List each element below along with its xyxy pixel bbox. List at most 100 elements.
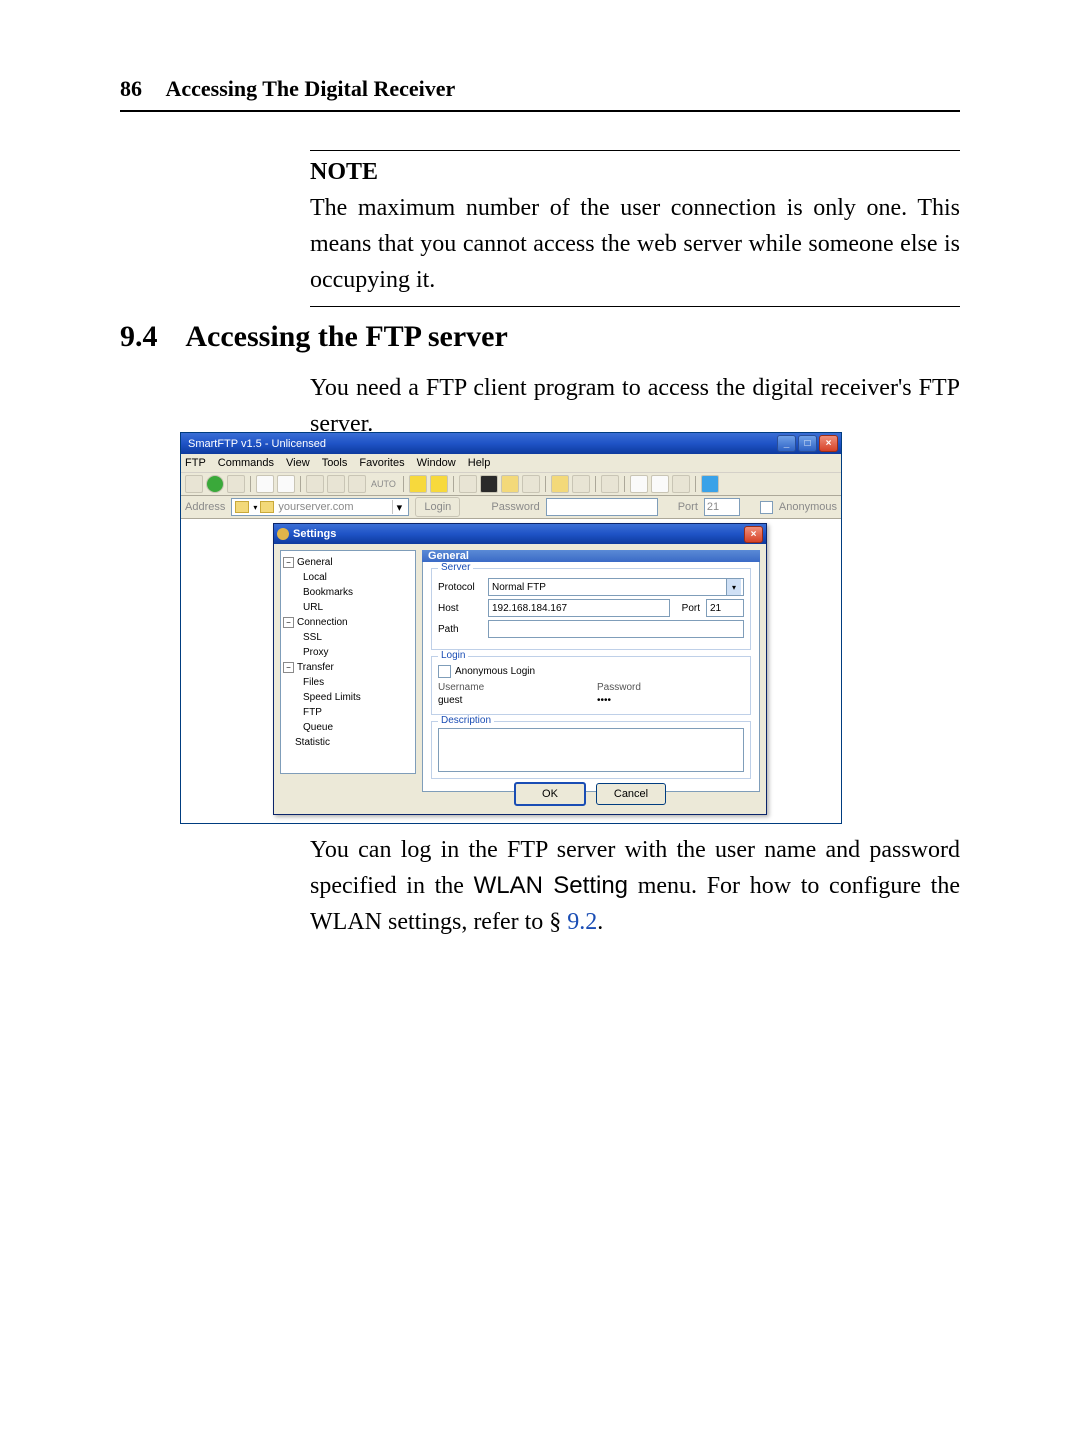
address-dd-split[interactable]: ▾: [253, 503, 257, 512]
dropdown-icon[interactable]: ▾: [392, 500, 405, 514]
toolbar-icon[interactable]: [256, 475, 274, 493]
server-groupbox: Server Protocol Normal FTP Host 192.168.…: [431, 568, 751, 650]
toolbar-icon[interactable]: [672, 475, 690, 493]
ok-button[interactable]: OK: [514, 782, 586, 806]
address-input[interactable]: ▾ yourserver.com ▾: [231, 498, 409, 516]
folder-icon[interactable]: [551, 475, 569, 493]
section-link-9-2[interactable]: 9.2: [567, 909, 597, 935]
tree-node-local[interactable]: Local: [283, 570, 413, 585]
tree-node-connection[interactable]: −Connection: [283, 615, 413, 630]
toolbar-separator: [695, 476, 696, 492]
toolbar-icon[interactable]: [206, 475, 224, 493]
settings-close-button[interactable]: ×: [744, 526, 763, 543]
menu-window[interactable]: Window: [417, 457, 456, 469]
tree-node-ssl[interactable]: SSL: [283, 630, 413, 645]
server-legend: Server: [438, 562, 473, 573]
ftp-client-window: SmartFTP v1.5 - Unlicensed _ □ × FTP Com…: [180, 432, 842, 824]
toolbar-icon[interactable]: [185, 475, 203, 493]
toolbar-icon[interactable]: [327, 475, 345, 493]
help-icon[interactable]: [701, 475, 719, 493]
toolbar-icon[interactable]: [227, 475, 245, 493]
para2-post: .: [597, 909, 603, 935]
toolbar-separator: [545, 476, 546, 492]
description-textarea[interactable]: [438, 728, 744, 772]
folder-icon[interactable]: [501, 475, 519, 493]
app-titlebar[interactable]: SmartFTP v1.5 - Unlicensed _ □ ×: [181, 433, 841, 454]
toolbar-icon[interactable]: [459, 475, 477, 493]
menu-ftp[interactable]: FTP: [185, 457, 206, 469]
toolbar-separator: [300, 476, 301, 492]
settings-titlebar[interactable]: Settings ×: [274, 524, 766, 544]
anonymous-checkbox[interactable]: [760, 501, 773, 514]
tree-node-transfer[interactable]: −Transfer: [283, 660, 413, 675]
tree-node-files[interactable]: Files: [283, 675, 413, 690]
anonymous-login-checkbox[interactable]: [438, 665, 451, 678]
settings-title: Settings: [289, 528, 744, 540]
toolbar-separator: [453, 476, 454, 492]
toolbar-icon[interactable]: [348, 475, 366, 493]
collapse-icon[interactable]: −: [283, 617, 294, 628]
tree-node-speedlimits[interactable]: Speed Limits: [283, 690, 413, 705]
maximize-button[interactable]: □: [798, 435, 817, 452]
collapse-icon[interactable]: −: [283, 557, 294, 568]
toolbar-separator: [403, 476, 404, 492]
page-number: 86: [120, 76, 142, 101]
path-label: Path: [438, 624, 482, 635]
login-password-input[interactable]: ••••: [597, 695, 744, 706]
toolbar-separator: [624, 476, 625, 492]
tree-node-url[interactable]: URL: [283, 600, 413, 615]
toolbar-icon[interactable]: [630, 475, 648, 493]
menu-view[interactable]: View: [286, 457, 310, 469]
menu-commands[interactable]: Commands: [218, 457, 274, 469]
port-input[interactable]: 21: [706, 599, 744, 617]
toolbar-auto-label: AUTO: [369, 479, 398, 489]
tree-node-queue[interactable]: Queue: [283, 720, 413, 735]
username-label: Username: [438, 682, 585, 693]
protocol-label: Protocol: [438, 582, 482, 593]
cancel-button[interactable]: Cancel: [596, 783, 666, 805]
host-input[interactable]: 192.168.184.167: [488, 599, 670, 617]
star-icon[interactable]: [430, 475, 448, 493]
section-heading: 9.4 Accessing the FTP server: [120, 320, 508, 354]
menu-favorites[interactable]: Favorites: [359, 457, 404, 469]
toolbar-separator: [595, 476, 596, 492]
note-title: NOTE: [310, 159, 960, 186]
menu-help[interactable]: Help: [468, 457, 491, 469]
toolbar-icon[interactable]: [277, 475, 295, 493]
toolbar-icon[interactable]: [601, 475, 619, 493]
note-rule-bottom: [310, 306, 960, 307]
close-button[interactable]: ×: [819, 435, 838, 452]
minimize-button[interactable]: _: [777, 435, 796, 452]
toolbar-icon[interactable]: [572, 475, 590, 493]
section-number: 9.4: [120, 320, 158, 353]
note-body: The maximum number of the user connectio…: [310, 190, 960, 298]
toolbar-icon[interactable]: [480, 475, 498, 493]
tree-node-bookmarks[interactable]: Bookmarks: [283, 585, 413, 600]
section-title: Accessing the FTP server: [185, 320, 507, 353]
tree-node-proxy[interactable]: Proxy: [283, 645, 413, 660]
collapse-icon[interactable]: −: [283, 662, 294, 673]
port-input[interactable]: 21: [704, 498, 740, 516]
password-input[interactable]: [546, 498, 658, 516]
host-label: Host: [438, 603, 482, 614]
tree-node-statistic[interactable]: Statistic: [283, 735, 413, 750]
port-label: Port: [678, 501, 698, 513]
toolbar-icon[interactable]: [306, 475, 324, 493]
tree-node-ftp[interactable]: FTP: [283, 705, 413, 720]
protocol-select[interactable]: Normal FTP: [488, 578, 744, 596]
app-title: SmartFTP v1.5 - Unlicensed: [184, 438, 777, 450]
toolbar-icon[interactable]: [522, 475, 540, 493]
menu-tools[interactable]: Tools: [322, 457, 348, 469]
toolbar-icon[interactable]: [651, 475, 669, 493]
port-label: Port: [682, 603, 700, 614]
settings-dialog: Settings × −General Local Bookmarks URL …: [273, 523, 767, 815]
menubar: FTP Commands View Tools Favorites Window…: [181, 454, 841, 473]
login-button[interactable]: Login: [415, 497, 460, 517]
username-input[interactable]: guest: [438, 695, 585, 706]
description-legend: Description: [438, 715, 494, 726]
anonymous-label: Anonymous: [779, 501, 837, 513]
path-input[interactable]: [488, 620, 744, 638]
settings-tree[interactable]: −General Local Bookmarks URL −Connection…: [280, 550, 416, 774]
tree-node-general[interactable]: −General: [283, 555, 413, 570]
star-icon[interactable]: [409, 475, 427, 493]
